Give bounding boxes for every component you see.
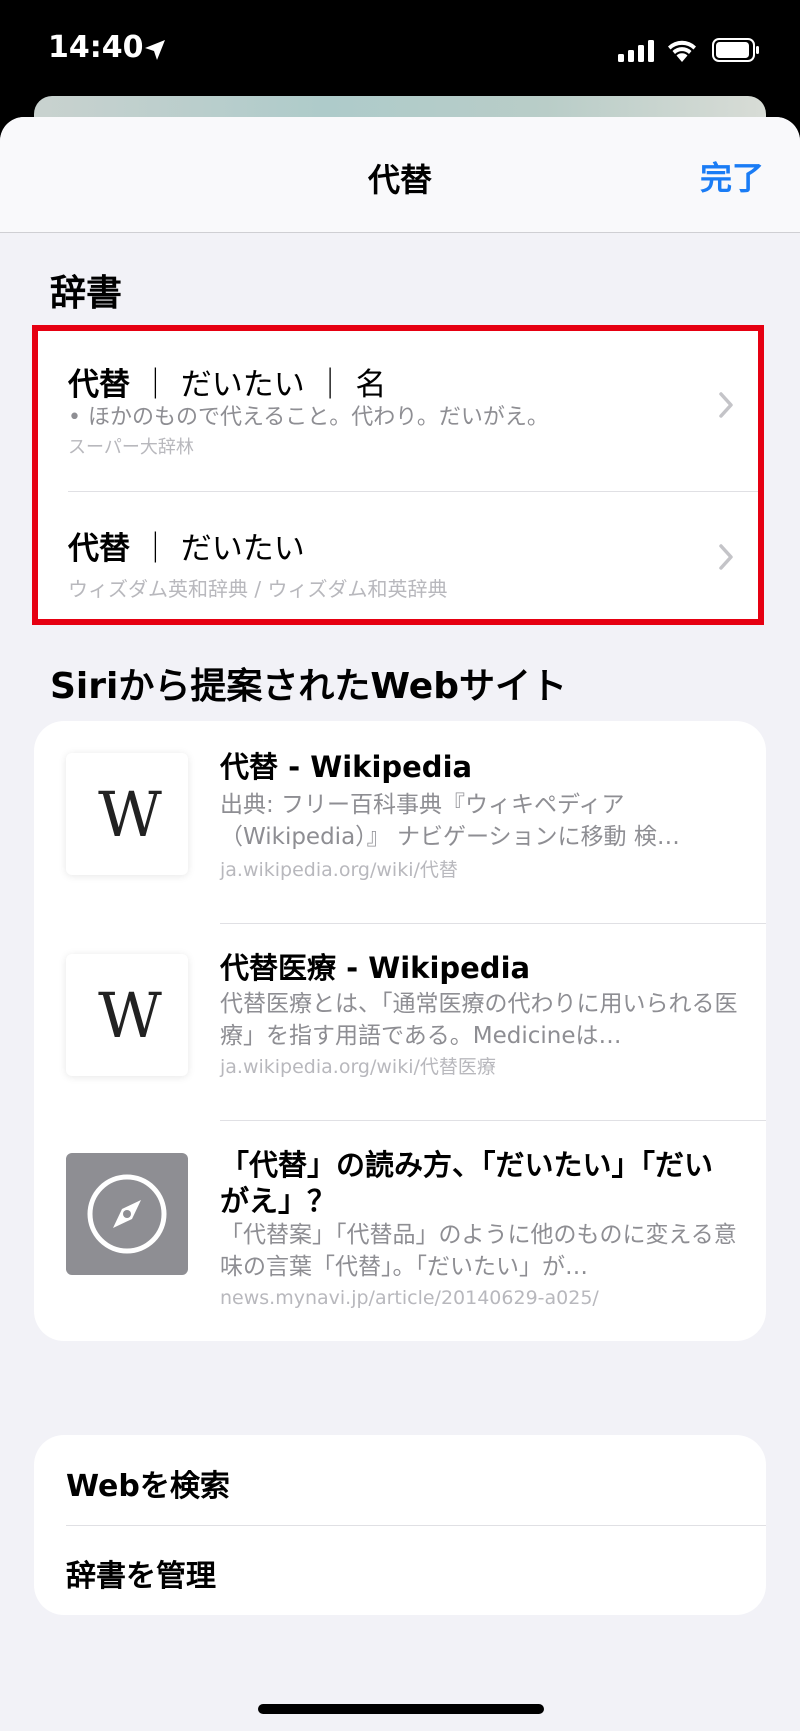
home-indicator[interactable]: [258, 1704, 544, 1714]
web-result[interactable]: W 代替医療 - Wikipedia 代替医療とは、「通常医療の代わりに用いられ…: [34, 924, 766, 1120]
web-result-url: news.mynavi.jp/article/20140629-a025/: [220, 1287, 599, 1309]
siri-suggestions-list: W 代替 - Wikipedia 出典: フリー百科事典『ウィキペディア（Wik…: [34, 721, 766, 1341]
location-arrow-icon: [145, 40, 165, 60]
dictionary-entry-word: 代替: [68, 367, 130, 403]
web-result-description: 代替医療とは、「通常医療の代わりに用いられる医療」を指す用語である。Medici…: [220, 991, 738, 1049]
dictionary-entry-reading: ｜ だいたい ｜ 名: [139, 367, 387, 403]
page-title: 代替: [367, 161, 432, 199]
divider: [66, 1525, 766, 1526]
dictionary-entry-reading: ｜ だいたい: [139, 531, 305, 567]
dictionary-list: 代替 ｜ だいたい ｜ 名 • ほかのもので代えること。代わり。だいがえ。 スー…: [32, 325, 764, 625]
dictionary-entry-source: ウィズダム英和辞典 / ウィズダム和英辞典: [68, 577, 448, 601]
dictionary-entry-source: スーパー大辞林: [68, 437, 194, 458]
nav-bar: 代替 完了: [0, 117, 800, 233]
cellular-signal-icon: [618, 40, 654, 62]
wikipedia-logo-letter: W: [98, 978, 162, 1052]
web-result[interactable]: 「代替」の読み方、「だいたい」「だいがえ」？ 「代替案」「代替品」のように他のも…: [34, 1121, 766, 1341]
wikipedia-logo-letter: W: [98, 777, 162, 851]
chevron-right-icon: [719, 392, 733, 418]
web-result-description: 「代替案」「代替品」のように他のものに変える意味の言葉「代替」。「だいたい」が…: [220, 1222, 737, 1280]
status-time: 14:40: [48, 30, 144, 65]
search-web-button[interactable]: Webを検索: [66, 1461, 230, 1505]
web-result-title: 代替医療 - Wikipedia: [220, 951, 531, 985]
actions-list: Webを検索 辞書を管理: [34, 1435, 766, 1615]
dictionary-section-header: 辞書: [50, 273, 123, 314]
dictionary-entry-definition: • ほかのもので代えること。代わり。だいがえ。: [68, 405, 549, 430]
status-bar: 14:40: [0, 0, 800, 100]
dictionary-entry-title: 代替 ｜ だいたい ｜ 名: [68, 359, 386, 404]
dictionary-entry-word: 代替: [68, 531, 130, 567]
wifi-icon: [668, 40, 696, 62]
web-result-url: ja.wikipedia.org/wiki/代替: [220, 859, 458, 881]
siri-section-header: Siriから提案されたWebサイト: [50, 666, 567, 707]
web-result-title: 代替 - Wikipedia: [220, 750, 473, 784]
safari-compass-icon: [66, 1153, 188, 1275]
compass-icon: [87, 1174, 167, 1254]
done-button[interactable]: 完了: [700, 153, 764, 199]
web-result-title: 「代替」の読み方、「だいたい」「だいがえ」？: [220, 1148, 714, 1218]
lookup-sheet: 代替 完了 辞書 代替 ｜ だいたい ｜ 名 • ほかのもので代えること。代わり…: [0, 117, 800, 1731]
web-result-description: 出典: フリー百科事典『ウィキペディア（Wikipedia）』 ナビゲーションに…: [220, 792, 680, 850]
dictionary-entry[interactable]: 代替 ｜ だいたい ウィズダム英和辞典 / ウィズダム和英辞典: [38, 491, 758, 619]
dictionary-entry[interactable]: 代替 ｜ だいたい ｜ 名 • ほかのもので代えること。代わり。だいがえ。 スー…: [38, 331, 758, 491]
battery-icon: [712, 38, 759, 62]
web-result[interactable]: W 代替 - Wikipedia 出典: フリー百科事典『ウィキペディア（Wik…: [34, 721, 766, 923]
wikipedia-logo-icon: W: [66, 753, 188, 875]
chevron-right-icon: [719, 544, 733, 570]
dictionary-entry-title: 代替 ｜ だいたい: [68, 523, 305, 568]
wikipedia-logo-icon: W: [66, 954, 188, 1076]
web-result-url: ja.wikipedia.org/wiki/代替医療: [220, 1056, 496, 1078]
manage-dictionaries-button[interactable]: 辞書を管理: [66, 1551, 216, 1595]
